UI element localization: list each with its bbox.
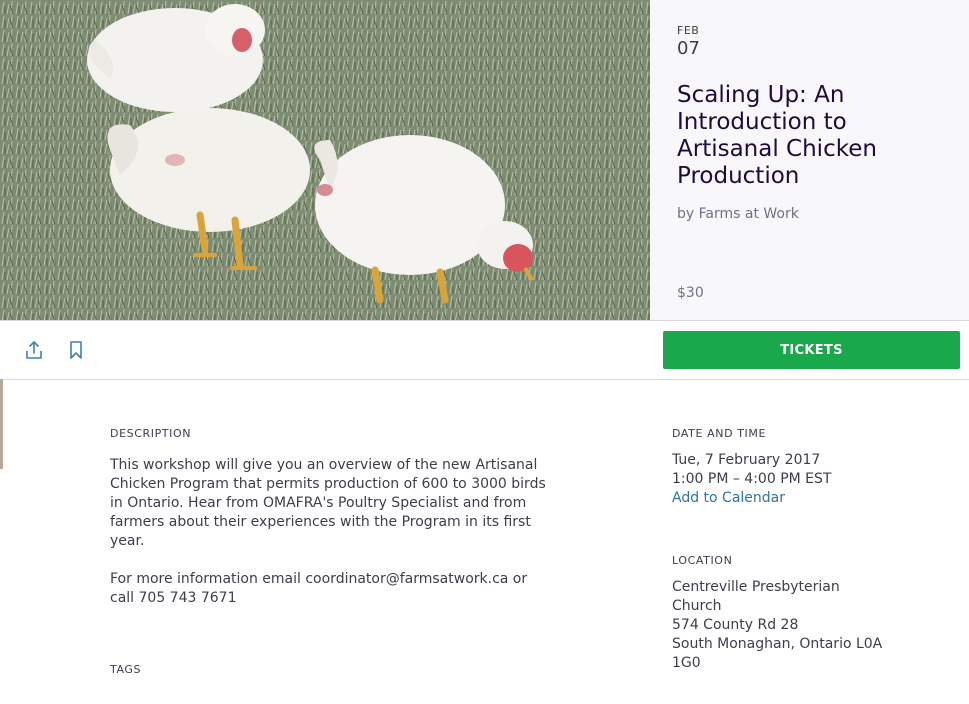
- event-date: Tue, 7 February 2017: [672, 452, 821, 468]
- save-button[interactable]: [64, 338, 88, 362]
- location-heading: LOCATION: [672, 554, 733, 567]
- event-organizer[interactable]: by Farms at Work: [677, 206, 799, 222]
- event-time: 1:00 PM – 4:00 PM EST: [672, 471, 832, 487]
- share-icon: [26, 341, 42, 359]
- location-line: Centreville Presbyterian: [672, 579, 840, 595]
- event-date-month: FEB: [677, 24, 700, 37]
- action-bar: TICKETS: [0, 320, 969, 380]
- tickets-button[interactable]: TICKETS: [663, 331, 960, 369]
- description-contact: For more information email coordinator@f…: [110, 571, 528, 606]
- add-to-calendar-link[interactable]: Add to Calendar: [672, 489, 785, 508]
- location-line: 1G0: [672, 655, 701, 671]
- event-summary-panel: FEB 07 Scaling Up: An Introduction to Ar…: [650, 0, 969, 320]
- location-line: Church: [672, 598, 722, 614]
- event-hero-image: [0, 0, 650, 320]
- share-button[interactable]: [22, 338, 46, 362]
- event-page: FEB 07 Scaling Up: An Introduction to Ar…: [0, 0, 969, 704]
- page-edge-strip: [0, 379, 3, 469]
- description-text: This workshop will give you an overview …: [110, 457, 546, 549]
- event-date-day: 07: [677, 38, 700, 59]
- event-price: $30: [677, 285, 704, 301]
- chickens-on-grass-illustration: [0, 0, 650, 320]
- description-heading: DESCRIPTION: [110, 427, 192, 440]
- bookmark-icon: [70, 341, 82, 359]
- location-address: Centreville Presbyterian Church 574 Coun…: [672, 578, 912, 673]
- location-line: 574 County Rd 28: [672, 617, 799, 633]
- location-line: South Monaghan, Ontario L0A: [672, 636, 883, 652]
- tags-heading: TAGS: [110, 663, 142, 676]
- date-time-heading: DATE AND TIME: [672, 427, 767, 440]
- event-title: Scaling Up: An Introduction to Artisanal…: [677, 82, 877, 189]
